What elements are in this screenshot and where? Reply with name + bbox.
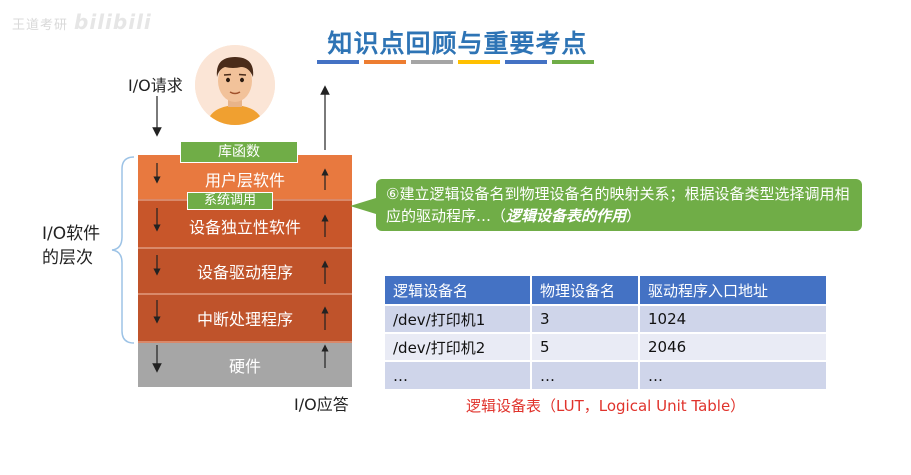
- table-row: /dev/打印机1 3 1024: [385, 304, 828, 333]
- column-header: 逻辑设备名: [385, 276, 532, 305]
- column-header: 物理设备名: [531, 276, 640, 305]
- system-call-tag: 系统调用: [187, 192, 273, 210]
- table-header-row: 逻辑设备名 物理设备名 驱动程序入口地址: [385, 276, 828, 305]
- table-cell: /dev/打印机2: [385, 332, 532, 361]
- table-caption: 逻辑设备表（LUT，Logical Unit Table）: [466, 397, 746, 415]
- library-function-tag: 库函数: [180, 141, 298, 163]
- logical-unit-table: 逻辑设备名 物理设备名 驱动程序入口地址 /dev/打印机1 3 1024 /d…: [385, 276, 828, 389]
- table-cell: 5: [531, 332, 640, 361]
- table-cell: /dev/打印机1: [385, 304, 532, 333]
- table-cell: 3: [531, 304, 640, 333]
- callout-pointer: [350, 198, 376, 214]
- table-cell: 2046: [639, 332, 828, 361]
- column-header: 驱动程序入口地址: [639, 276, 828, 305]
- callout-emphasis: 逻辑设备表的作用: [506, 207, 627, 225]
- lut-function-callout: ⑥建立逻辑设备名到物理设备名的映射关系；根据设备类型选择调用相应的驱动程序…（逻…: [376, 179, 862, 231]
- table-cell: …: [639, 360, 828, 389]
- table-row: /dev/打印机2 5 2046: [385, 332, 828, 361]
- table-row: … … …: [385, 360, 828, 389]
- flow-arrows: [152, 85, 376, 373]
- table-cell: …: [531, 360, 640, 389]
- table-cell: 1024: [639, 304, 828, 333]
- table-cell: …: [385, 360, 532, 389]
- callout-end: ）: [626, 207, 642, 225]
